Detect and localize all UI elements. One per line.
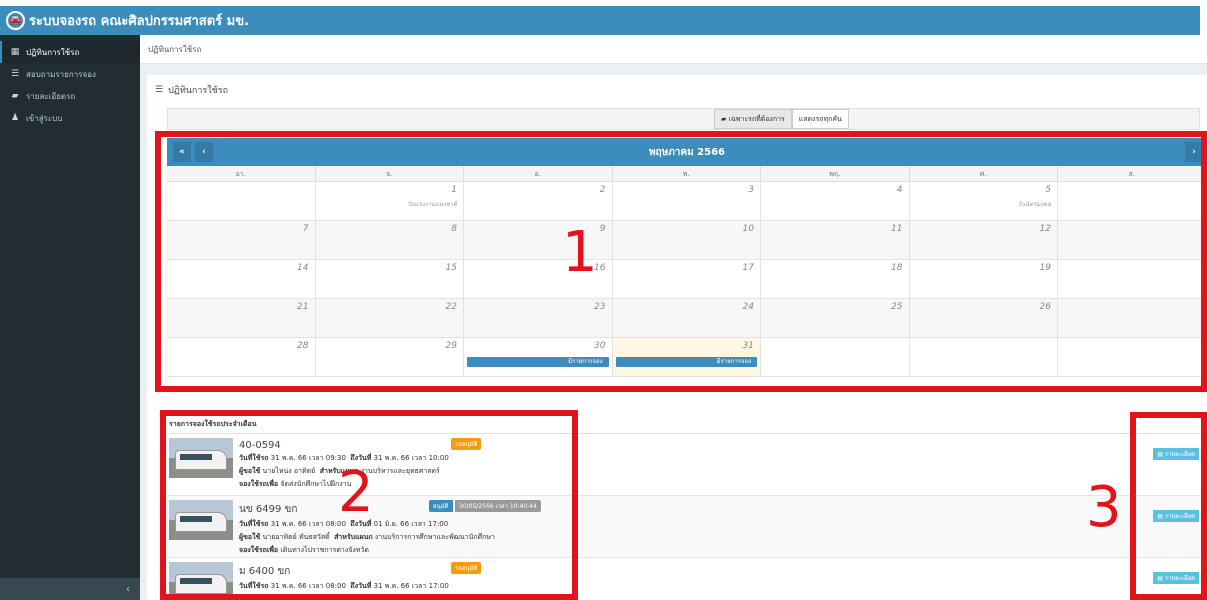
sidebar-item-booking-list[interactable]: ☰ สอบถามรายการจอง: [0, 63, 140, 85]
sidebar-item-calendar[interactable]: ▦ ปฏิทินการใช้รถ: [0, 41, 140, 63]
annotation-label-3: 3: [1086, 475, 1122, 540]
sidebar-item-car-details[interactable]: ▰ รายละเอียดรถ: [0, 85, 140, 107]
sidebar-item-label: สอบถามรายการจอง: [26, 69, 96, 79]
sidebar-item-login[interactable]: ♟ เข้าสู่ระบบ: [0, 107, 140, 129]
annotation-label-1: 1: [562, 220, 598, 285]
sidebar-item-label: เข้าสู่ระบบ: [26, 113, 63, 123]
sidebar-item-label: ปฏิทินการใช้รถ: [26, 47, 80, 57]
list-icon: ☰: [155, 85, 164, 95]
annotation-box-1: [155, 131, 1207, 392]
top-bar: 🚘 ระบบจองรถ คณะศิลปกรรมศาสตร์ มข.: [0, 6, 1200, 35]
user-icon: ♟: [10, 113, 20, 123]
sidebar-item-label: รายละเอียดรถ: [26, 91, 76, 101]
filter-all-cars-button[interactable]: แสดงรถทุกคัน: [791, 109, 849, 129]
car-icon: ▰: [11, 91, 19, 101]
app-root: 🚘 ระบบจองรถ คณะศิลปกรรมศาสตร์ มข. ▦ ปฏิท…: [0, 0, 1207, 600]
annotation-label-2: 2: [338, 460, 374, 525]
app-title: ระบบจองรถ คณะศิลปกรรมศาสตร์ มข.: [29, 14, 250, 29]
box-header: ☰ ปฏิทินการใช้รถ: [155, 83, 228, 97]
truck-icon: ▰: [721, 115, 729, 123]
annotation-box-3: [1130, 412, 1207, 600]
filter-buttons: ▰ เฉพาะรถที่ต้องการ แสดงรถทุกคัน: [714, 109, 849, 129]
filter-bar: ▰ เฉพาะรถที่ต้องการ แสดงรถทุกคัน: [167, 108, 1200, 130]
sidebar: ▦ ปฏิทินการใช้รถ ☰ สอบถามรายการจอง ▰ ราย…: [0, 35, 140, 600]
calendar-icon: ▦: [10, 47, 20, 57]
car-icon: 🚘: [6, 11, 25, 30]
filter-selected-cars-button[interactable]: ▰ เฉพาะรถที่ต้องการ: [714, 109, 792, 129]
breadcrumb: ปฏิทินการใช้รถ: [140, 35, 1207, 64]
sidebar-collapse-button[interactable]: ‹: [0, 578, 140, 600]
filter-selected-label: เฉพาะรถที่ต้องการ: [728, 114, 785, 123]
box-title: ปฏิทินการใช้รถ: [168, 86, 229, 96]
list-icon: ☰: [10, 69, 20, 79]
